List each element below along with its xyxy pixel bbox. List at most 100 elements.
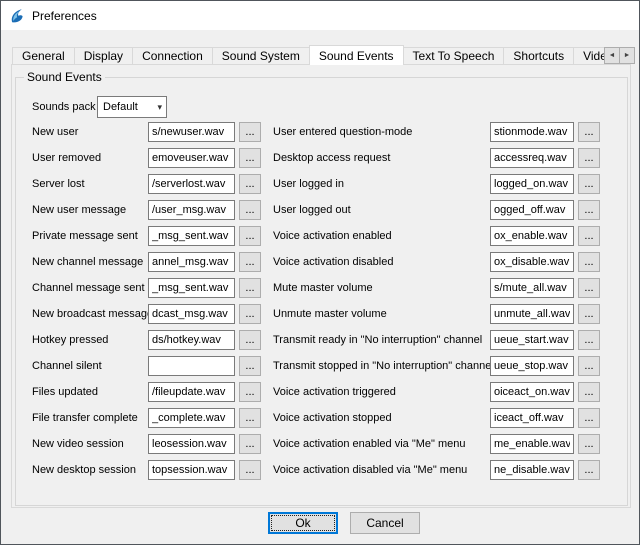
sound-file-input[interactable] [490,252,574,272]
sound-file-input[interactable] [148,434,235,454]
browse-button[interactable]: ... [578,382,600,402]
sound-event-row: Private message sent... [32,226,261,246]
sound-file-input[interactable] [148,200,235,220]
sound-event-row: Transmit stopped in "No interruption" ch… [273,356,600,376]
browse-button[interactable]: ... [578,304,600,324]
browse-button[interactable]: ... [239,148,261,168]
browse-button[interactable]: ... [239,356,261,376]
browse-button[interactable]: ... [578,252,600,272]
sound-file-input[interactable] [148,278,235,298]
sound-event-row: Files updated... [32,382,261,402]
browse-button[interactable]: ... [239,330,261,350]
sound-file-input[interactable] [148,148,235,168]
sound-event-label: New desktop session [32,464,148,476]
sound-event-row: New video session... [32,434,261,454]
browse-button[interactable]: ... [578,278,600,298]
sound-file-input[interactable] [490,226,574,246]
sound-event-row: Voice activation stopped... [273,408,600,428]
sound-event-row: Channel silent... [32,356,261,376]
sound-event-label: New channel message [32,256,148,268]
browse-button[interactable]: ... [239,382,261,402]
sound-event-label: New user [32,126,148,138]
sound-file-input[interactable] [490,174,574,194]
tab-general[interactable]: General [12,47,75,64]
browse-button[interactable]: ... [239,122,261,142]
browse-button[interactable]: ... [239,460,261,480]
browse-button[interactable]: ... [239,278,261,298]
sound-file-input[interactable] [490,460,574,480]
sound-event-label: Hotkey pressed [32,334,148,346]
browse-button[interactable]: ... [578,148,600,168]
sound-file-input[interactable] [490,200,574,220]
sounds-pack-select[interactable]: Default ▾ [97,96,167,118]
tab-scroll-left-icon[interactable]: ◄ [604,47,620,64]
title-bar[interactable]: Preferences [1,1,639,30]
sound-event-label: Voice activation triggered [273,386,490,398]
sound-file-input[interactable] [148,122,235,142]
sound-event-row: Transmit ready in "No interruption" chan… [273,330,600,350]
browse-button[interactable]: ... [578,434,600,454]
browse-button[interactable]: ... [578,174,600,194]
browse-button[interactable]: ... [578,200,600,220]
browse-button[interactable]: ... [239,252,261,272]
cancel-button[interactable]: Cancel [350,512,420,534]
sound-file-input[interactable] [148,382,235,402]
sound-file-input[interactable] [148,460,235,480]
sound-file-input[interactable] [490,382,574,402]
browse-button[interactable]: ... [578,330,600,350]
browse-button[interactable]: ... [239,434,261,454]
sound-file-input[interactable] [490,434,574,454]
browse-button[interactable]: ... [578,408,600,428]
browse-button[interactable]: ... [578,356,600,376]
sound-file-input[interactable] [490,330,574,350]
sound-event-label: Mute master volume [273,282,490,294]
tab-scroll-right-icon[interactable]: ► [619,47,635,64]
browse-button[interactable]: ... [239,174,261,194]
sound-file-input[interactable] [148,304,235,324]
sound-file-input[interactable] [490,356,574,376]
sound-event-row: User logged out... [273,200,600,220]
sound-event-row: New channel message... [32,252,261,272]
app-icon [9,8,25,24]
sounds-pack-label: Sounds pack [32,97,96,118]
sound-event-row: User entered question-mode... [273,122,600,142]
browse-button[interactable]: ... [239,304,261,324]
tab-sound-system[interactable]: Sound System [212,47,310,64]
sound-file-input[interactable] [148,356,235,376]
sound-file-input[interactable] [490,304,574,324]
sound-file-input[interactable] [148,226,235,246]
sound-event-label: Voice activation disabled via "Me" menu [273,464,490,476]
browse-button[interactable]: ... [578,460,600,480]
sound-file-input[interactable] [148,408,235,428]
sound-file-input[interactable] [490,278,574,298]
browse-button[interactable]: ... [239,200,261,220]
sound-file-input[interactable] [490,408,574,428]
ok-button[interactable]: Ok [268,512,338,534]
browse-button[interactable]: ... [239,408,261,428]
sound-event-row: Server lost... [32,174,261,194]
tab-display[interactable]: Display [74,47,133,64]
browse-button[interactable]: ... [578,122,600,142]
tab-shortcuts[interactable]: Shortcuts [503,47,574,64]
sound-event-row: Voice activation disabled via "Me" menu.… [273,460,600,480]
tab-sound-events[interactable]: Sound Events [309,45,404,65]
sound-event-label: Channel message sent [32,282,148,294]
sound-file-input[interactable] [148,330,235,350]
sound-event-row: Voice activation disabled... [273,252,600,272]
sound-event-row: Voice activation enabled via "Me" menu..… [273,434,600,454]
sound-file-input[interactable] [148,252,235,272]
sound-file-input[interactable] [490,148,574,168]
sound-event-label: New user message [32,204,148,216]
tab-text-to-speech[interactable]: Text To Speech [403,47,505,64]
tab-connection[interactable]: Connection [132,47,213,64]
sound-event-label: New broadcast message [32,308,148,320]
browse-button[interactable]: ... [578,226,600,246]
sound-event-label: User logged in [273,178,490,190]
chevron-down-icon: ▾ [157,102,162,113]
tab-video[interactable]: Video [573,47,608,64]
sound-event-label: User removed [32,152,148,164]
sound-file-input[interactable] [490,122,574,142]
sound-file-input[interactable] [148,174,235,194]
browse-button[interactable]: ... [239,226,261,246]
sound-event-row: Unmute master volume... [273,304,600,324]
